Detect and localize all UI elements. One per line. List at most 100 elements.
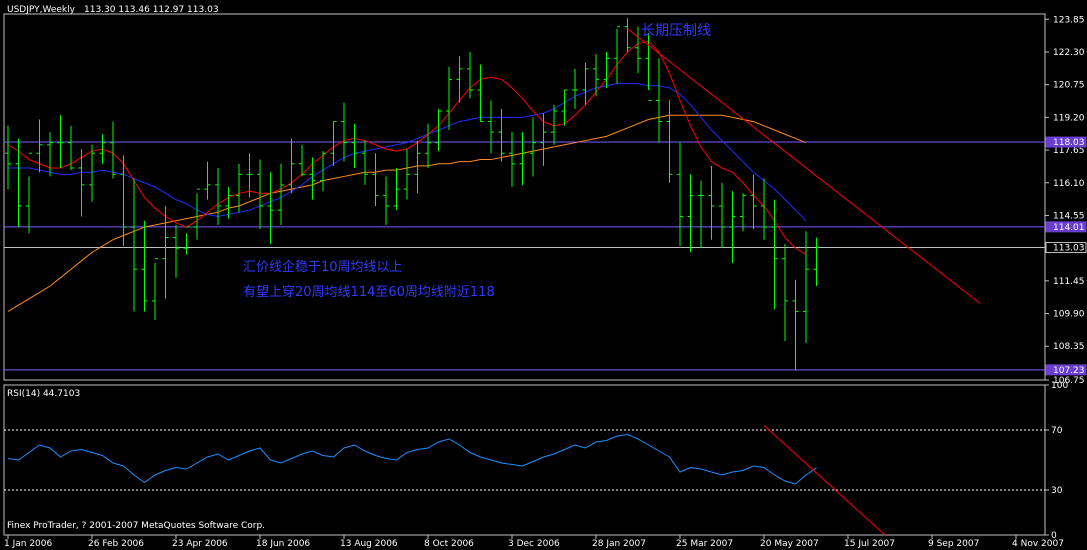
annotation-line-2: 有望上穿20周均线114至60周均线附近118 (243, 284, 495, 300)
ohlc-bar (372, 153, 379, 206)
ohlc-bar (446, 66, 452, 131)
rsi-tick-label: 100 (1051, 381, 1068, 391)
ohlc-bar (173, 224, 179, 278)
ohlc-bar (435, 108, 442, 152)
time-tick-label: 1 Jan 2006 (4, 539, 52, 549)
chart-symbol: USDJPY,Weekly (7, 5, 76, 15)
price-tick-label: 116.10 (1053, 179, 1085, 189)
ohlc-bar (782, 243, 788, 341)
ohlc-bar (771, 199, 778, 310)
time-tick-label: 13 Aug 2006 (340, 539, 398, 549)
ohlc-bar (288, 138, 295, 194)
ohlc-bar (719, 182, 725, 249)
ohlc-bar (677, 142, 683, 247)
price-tags: 118.03 114.01 113.03 107.23 (1045, 136, 1087, 376)
price-tick-label: 114.55 (1053, 211, 1085, 221)
ohlc-bar (708, 165, 715, 240)
ohlc-bar (414, 140, 421, 194)
ohlc-bar (162, 205, 169, 299)
ohlc-bar (141, 220, 148, 312)
price-tag-label: 114.01 (1053, 223, 1085, 233)
resistance-annotation: 长期压制线 (641, 23, 711, 39)
price-tag-label: 118.03 (1053, 138, 1085, 148)
ohlc-bar (278, 163, 284, 225)
ohlc-bar (183, 226, 190, 255)
rsi-line (7, 433, 817, 485)
rsi-axis: 10070300 (1045, 381, 1068, 541)
price-tick-label: 123.85 (1053, 15, 1085, 25)
ohlc-bar (519, 132, 526, 185)
price-tick-label: 109.90 (1053, 310, 1085, 320)
price-panel (3, 13, 1046, 381)
ohlc-bar (813, 237, 820, 287)
price-tick-label: 111.45 (1053, 277, 1085, 287)
price-tick-label: 122.30 (1053, 48, 1085, 58)
ohlc-bar (194, 188, 200, 240)
rsi-tick-label: 30 (1051, 486, 1063, 496)
time-tick-label: 9 Sep 2007 (928, 539, 979, 549)
rsi-panel (3, 384, 1046, 536)
ohlc-bar (498, 108, 505, 162)
price-tick-label: 119.20 (1053, 113, 1085, 123)
ohlc-bar (572, 68, 578, 109)
chart-canvas: 123.85122.30120.75119.20117.65116.10114.… (3, 5, 1087, 549)
ohlc-bar (383, 176, 389, 225)
price-axis: 123.85122.30120.75119.20117.65116.10114.… (1045, 15, 1085, 386)
ohlc-bar (582, 62, 589, 105)
time-tick-label: 8 Oct 2006 (424, 539, 474, 549)
ohlc-bar (425, 123, 431, 168)
ohlc-bar (362, 140, 368, 185)
time-tick-label: 4 Nov 2007 (1012, 539, 1064, 549)
ohlc-bar (152, 258, 158, 320)
time-tick-label: 23 Apr 2006 (172, 539, 228, 549)
rsi-tick-label: 70 (1051, 426, 1063, 436)
ohlc-bar (15, 138, 22, 228)
ohlc-bar (509, 132, 515, 187)
time-tick-label: 18 Jun 2006 (256, 539, 310, 549)
ohlc-bar (656, 58, 662, 143)
ohlc-bar (803, 231, 809, 344)
ohlc-bar (740, 193, 746, 232)
time-tick-label: 28 Jan 2007 (592, 539, 646, 549)
ohlc-bar (614, 26, 620, 84)
ma60-line (7, 114, 807, 312)
ohlc-bar (698, 180, 704, 249)
ma10-line (7, 40, 807, 255)
ohlc-bar (477, 64, 484, 123)
ohlc-bar (131, 178, 137, 312)
ohlc-bar (530, 117, 536, 177)
rsi-layer (4, 425, 1045, 536)
ohlc-bar (404, 149, 410, 200)
ohlc-bar (488, 100, 494, 154)
time-tick-label: 26 Feb 2006 (88, 539, 144, 549)
rsi-label: RSI(14) 44.7103 (7, 389, 80, 399)
ohlc-bar (393, 167, 400, 211)
copyright-text: Finex ProTrader, ? 2001-2007 MetaQuotes … (7, 521, 265, 531)
ohlc-bar (792, 279, 799, 371)
price-tag-label: 113.03 (1053, 244, 1085, 254)
time-tick-label: 25 Mar 2007 (676, 539, 733, 549)
price-tag-label: 107.23 (1053, 366, 1085, 376)
ma60-layer (7, 114, 807, 312)
ohlc-bar (540, 113, 547, 166)
ohlc-bars (5, 18, 820, 371)
price-tick-label: 108.35 (1053, 342, 1085, 352)
time-tick-label: 15 Jul 2007 (844, 539, 895, 549)
ohlc-bar (5, 125, 11, 190)
ohlc-bar (456, 56, 463, 103)
ohlc-bar (687, 174, 694, 253)
time-axis: 1 Jan 2006 26 Feb 2006 23 Apr 2006 18 Jun 2… (4, 535, 1064, 549)
price-panel-frame (3, 13, 1046, 381)
time-tick-label: 3 Dec 2006 (508, 539, 560, 549)
ohlc-bar (89, 144, 95, 202)
ohlc-bar (120, 155, 127, 247)
ohlc-bar (47, 132, 53, 177)
rsi-panel-frame (3, 384, 1046, 536)
ohlc-bar (351, 123, 358, 168)
ohlc-bar (68, 125, 74, 171)
ohlc-bar (257, 159, 263, 230)
ohlc-bar (110, 121, 116, 179)
ohlc-bar (330, 121, 337, 166)
ohlc-bar (267, 172, 274, 244)
ohlc-bar (624, 18, 631, 52)
